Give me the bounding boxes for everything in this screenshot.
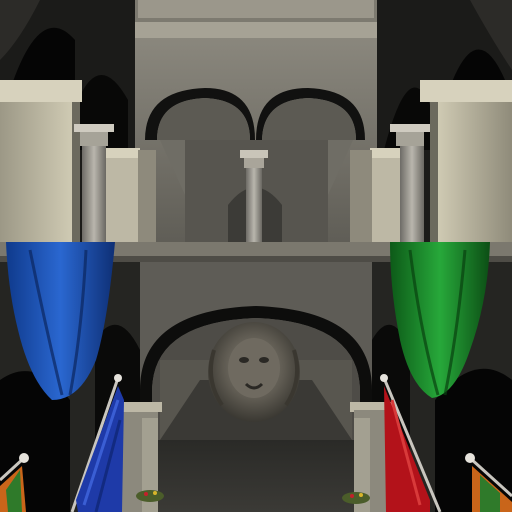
floor [158, 440, 354, 512]
lion-head-relief [208, 322, 300, 422]
rendered-scene [0, 0, 512, 512]
ceiling [120, 0, 392, 38]
